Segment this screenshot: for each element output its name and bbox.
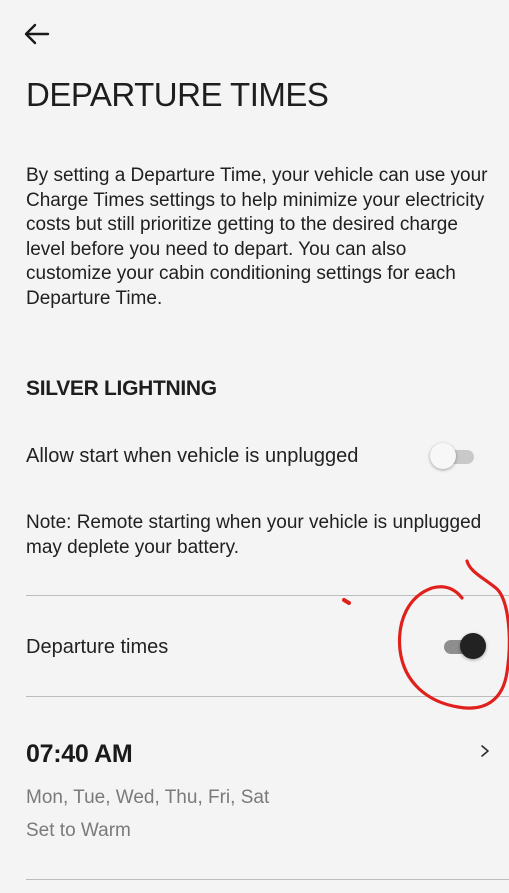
schedule-mode: Set to Warm xyxy=(26,820,131,841)
schedule-days: Mon, Tue, Wed, Thu, Fri, Sat xyxy=(26,787,270,808)
allow-unplugged-toggle[interactable] xyxy=(430,443,476,469)
divider xyxy=(26,696,509,697)
departure-times-toggle[interactable] xyxy=(440,633,486,659)
toggle-knob xyxy=(430,443,456,469)
allow-unplugged-label: Allow start when vehicle is unplugged xyxy=(26,445,359,467)
departure-schedule-item[interactable]: 07:40 AM Mon, Tue, Wed, Thu, Fri, Sat Se… xyxy=(0,730,509,850)
description-text: By setting a Departure Time, your vehicl… xyxy=(26,165,488,309)
back-button[interactable] xyxy=(22,20,52,48)
schedule-time: 07:40 AM xyxy=(26,740,133,768)
arrow-left-icon xyxy=(24,23,50,45)
vehicle-name: SILVER LIGHTNING xyxy=(26,377,217,400)
divider xyxy=(26,879,509,880)
page-title: DEPARTURE TIMES xyxy=(26,76,329,113)
divider xyxy=(26,595,509,596)
departure-times-label: Departure times xyxy=(26,636,169,658)
toggle-knob xyxy=(460,633,486,659)
battery-note: Note: Remote starting when your vehicle … xyxy=(26,512,482,558)
chevron-right-icon xyxy=(481,745,489,757)
